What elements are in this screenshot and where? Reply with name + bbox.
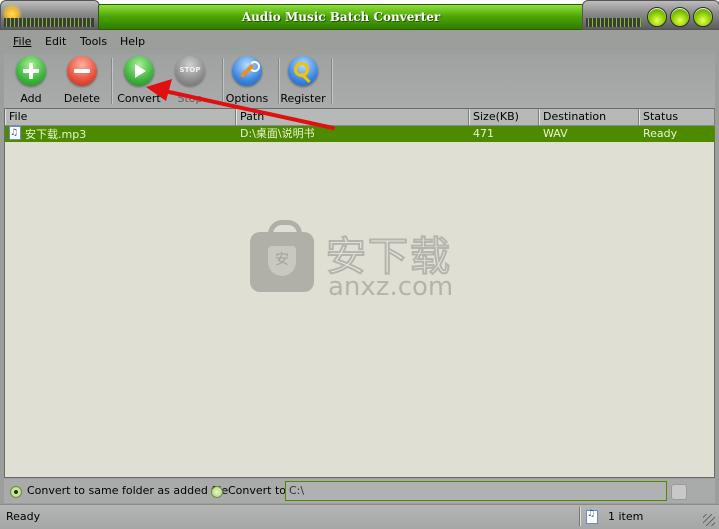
stop-icon-text: STOP (179, 66, 201, 74)
watermark-en-text: anxz.com (328, 272, 454, 302)
add-button[interactable]: Add (4, 56, 58, 106)
menu-help[interactable]: Help (120, 35, 145, 48)
menu-file-label: File (13, 35, 32, 48)
register-button[interactable]: Register (276, 56, 330, 106)
watermark-badge: 安 (268, 246, 296, 276)
same-folder-radio[interactable] (10, 486, 22, 498)
file-list-header: File Path Size(KB) Destination Format St… (5, 109, 715, 139)
status-text: Ready (6, 510, 41, 523)
delete-button-label: Delete (63, 92, 101, 105)
minus-icon (67, 56, 97, 86)
menu-help-label: Help (120, 35, 146, 48)
decorative-grill (586, 18, 641, 27)
play-icon (124, 56, 154, 86)
column-header-status[interactable]: Status (639, 109, 715, 125)
window-title: Audio Music Batch Converter (98, 4, 584, 30)
item-count: 1 item (608, 510, 644, 523)
toolbar-separator (331, 58, 333, 104)
convert-button-label: Convert (117, 92, 161, 105)
convert-to-label[interactable]: Convert to (228, 484, 286, 497)
output-options-bar: Convert to same folder as added file Con… (4, 479, 715, 503)
status-bar: Ready 1 item (0, 504, 719, 529)
audio-file-icon (9, 125, 21, 141)
cell-status: Ready (643, 127, 678, 140)
convert-button[interactable]: Convert (112, 56, 166, 106)
menu-file[interactable]: File (13, 35, 31, 48)
options-button[interactable]: Options (220, 56, 274, 106)
toolbar: Add Delete Convert STOP Stop Options Reg… (4, 54, 715, 108)
decorative-grill (4, 18, 94, 27)
stop-icon: STOP (175, 56, 205, 86)
same-folder-label[interactable]: Convert to same folder as added file (27, 484, 228, 497)
cell-size: 471 (473, 127, 494, 140)
column-header-size[interactable]: Size(KB) (469, 109, 539, 125)
options-button-label: Options (225, 92, 269, 105)
watermark-bag-icon: 安 (250, 220, 314, 292)
cell-format: WAV (543, 127, 568, 140)
cell-file-name: 安下载.mp3 (25, 128, 87, 141)
key-icon (288, 56, 318, 86)
menu-edit-label: Edit (45, 35, 67, 48)
output-path-input[interactable]: C:\ (285, 481, 667, 501)
stop-button-label: Stop (177, 92, 203, 105)
cell-file: 安下载.mp3 (6, 125, 87, 142)
table-row[interactable]: 安下载.mp3 D:\桌面\说明书 471 WAV Ready (5, 125, 715, 142)
close-button[interactable] (693, 7, 713, 27)
app-window: Audio Music Batch Converter File Edit To… (0, 0, 719, 529)
stop-button[interactable]: STOP Stop (163, 56, 217, 106)
watermark: 安 安下载 anxz.com (250, 220, 470, 304)
column-header-path[interactable]: Path (236, 109, 469, 125)
convert-to-radio[interactable] (211, 486, 223, 498)
wrench-icon (232, 56, 262, 86)
plus-icon (16, 56, 46, 86)
status-separator (579, 507, 581, 526)
title-bar-right-cap (582, 0, 719, 30)
menu-bar: File Edit Tools Help (4, 30, 715, 52)
menu-edit[interactable]: Edit (45, 35, 66, 48)
add-button-label: Add (20, 92, 42, 105)
column-header-destination-format[interactable]: Destination Format (539, 109, 639, 139)
minimize-button[interactable] (647, 7, 667, 27)
register-button-label: Register (280, 92, 326, 105)
maximize-button[interactable] (670, 7, 690, 27)
browse-folder-icon[interactable] (671, 484, 687, 500)
audio-file-icon (586, 509, 598, 524)
menu-tools-label: Tools (80, 35, 108, 48)
title-bar[interactable]: Audio Music Batch Converter (0, 0, 719, 30)
column-header-file[interactable]: File (5, 109, 236, 125)
cell-path: D:\桌面\说明书 (240, 127, 315, 140)
resize-grip[interactable] (703, 514, 715, 526)
menu-tools[interactable]: Tools (80, 35, 107, 48)
delete-button[interactable]: Delete (55, 56, 109, 106)
title-bar-left-cap (0, 0, 100, 30)
